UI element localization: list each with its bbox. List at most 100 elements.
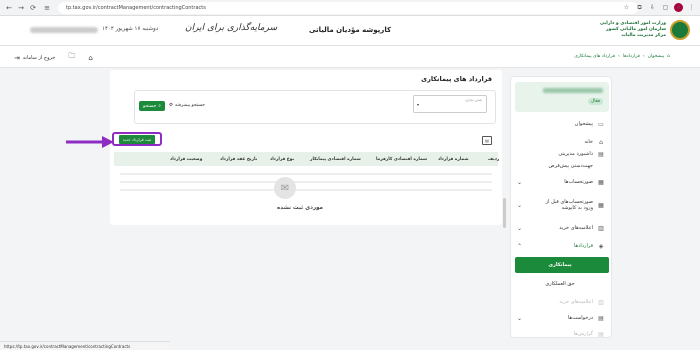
logout-icon[interactable]: ⇥ [14, 54, 20, 62]
breadcrumb: قرارداد های پیمانکاری ‹ قراردادها ‹ پیشخ… [574, 54, 670, 59]
user-card: فعال [515, 82, 609, 112]
blurred-user-info [30, 27, 98, 33]
business-role-select[interactable]: نقش تجاری ▾ [413, 95, 487, 113]
skeleton-row [120, 173, 492, 175]
sidebar-item-label: خانه [584, 139, 593, 145]
download-icon[interactable]: ⇩ [648, 3, 657, 12]
register-contract-button[interactable]: ثبت قرارداد جدید [118, 134, 156, 144]
sidebar-item-invoices[interactable]: ⌄ صورتحساب‌ها ▦ [515, 175, 609, 189]
breadcrumb-separator-icon: ‹ [642, 54, 645, 59]
home-icon: ⌂ [599, 138, 603, 146]
sidebar-item-defaults[interactable]: جهت‌دستی پیش‌فرض [515, 159, 609, 173]
sidebar-item-label: اعلامیه‌های خرید [559, 299, 593, 305]
invoice2-icon: ▦ [598, 201, 604, 209]
empty-inbox-icon: ✉ [274, 177, 296, 199]
select-label: نقش تجاری [464, 98, 482, 102]
chart-icon: ▤ [598, 150, 604, 158]
chevron-down-icon: ⌄ [517, 314, 523, 322]
url-text: tp.tax.gov.ir/contractManagement/contrac… [66, 5, 206, 11]
chevron-down-icon: ⌄ [517, 224, 523, 232]
sidebar-item-label: پیمانکاری [548, 262, 572, 268]
sidebar-item-contracts[interactable]: ⌃ قراردادها ◈ [515, 239, 609, 253]
pointer-arrow-icon [66, 136, 114, 148]
contract-icon: ◈ [598, 242, 604, 250]
sidebar-item-label: اعلامیه‌های خرید [559, 225, 593, 231]
column-header: شماره اقتصادی پیمانکار [310, 156, 361, 162]
search-icon: ⌕ [158, 104, 161, 109]
browser-toolbar: ← → ⟳ ≡ tp.tax.gov.ir/contractManagement… [0, 0, 700, 16]
search-button[interactable]: جستجو ⌕ [139, 101, 165, 111]
sidebar-item-commission[interactable]: حق العملکاری [515, 277, 609, 291]
column-header: نوع قرارداد [270, 156, 295, 162]
extensions-icon[interactable]: ⧉ [635, 3, 644, 12]
column-header: شماره اقتصادی کارفرما [376, 156, 428, 162]
advanced-search-label: جستجو پیشرفته [175, 103, 205, 108]
sidebar-item-label: قراردادها [574, 243, 593, 249]
current-date: دوشنبه ۱۷ شهریور ۱۴۰۴ [102, 26, 159, 32]
sidebar-item-requests[interactable]: ⌄ درخواست‌ها ▤ [515, 311, 609, 325]
contracts-panel: قرارداد های پیمانکاری نقش تجاری ▾ جستجو … [110, 70, 502, 225]
chevron-down-icon: ⌄ [517, 178, 523, 186]
sidebar-item-label: داشبورد مدیریتی [558, 151, 593, 157]
search-button-label: جستجو [143, 103, 157, 109]
column-header: ردیف [488, 156, 500, 162]
page-title: قرارداد های پیمانکاری [421, 75, 492, 83]
sidebar-item-purchase-notices-2[interactable]: اعلامیه‌های خرید ▥ [515, 295, 609, 309]
empty-state-text: موردی ثبت نشده [277, 205, 323, 211]
skeleton-row [120, 189, 492, 191]
slogan-calligraphy: سرمایه‌گذاری برای ایران [185, 23, 278, 33]
register-contract-highlight: ثبت قرارداد جدید [112, 132, 162, 146]
purchase-icon: ▥ [598, 224, 604, 232]
breadcrumb-contracts[interactable]: قراردادها [623, 54, 640, 59]
skeleton-row [120, 181, 492, 183]
site-header: وزارت امور اقتصادی و دارایی سازمان امور … [0, 16, 700, 46]
breadcrumb-separator-icon: ‹ [618, 54, 620, 59]
sidebar-item-label: درخواست‌ها [568, 315, 593, 321]
status-bar: https://tp.tax.gov.ir/contractManagement… [0, 341, 170, 350]
sidebar-item-contracting[interactable]: پیمانکاری [515, 257, 609, 273]
star-icon[interactable]: ☆ [622, 3, 631, 12]
column-header: تاریخ عقد قرارداد [220, 156, 258, 162]
table-header: ردیف شماره قرارداد شماره اقتصادی کارفرما… [114, 152, 500, 166]
advanced-search-toggle[interactable]: ⚙ جستجو پیشرفته [169, 103, 205, 108]
forward-icon[interactable]: → [16, 3, 26, 13]
sidebar-item-reports[interactable]: گزارش‌ها ▤ [515, 327, 609, 338]
settings-icon: ⚙ [169, 103, 174, 108]
sidebar-item-pre-invoices[interactable]: ⌄ صورتحساب‌های قبل از ورود به کاپوشه ▦ [515, 195, 609, 215]
excel-export-icon[interactable]: ▤ [482, 136, 492, 145]
dashboard-icon: ▭ [598, 120, 604, 128]
address-bar[interactable]: tp.tax.gov.ir/contractManagement/contrac… [58, 2, 638, 14]
logout-button[interactable]: خروج از سامانه [23, 55, 55, 61]
sidebar-item-label: صورتحساب‌های قبل از ورود به کاپوشه [545, 199, 593, 211]
sidebar-item-label: حق العملکاری [545, 281, 575, 287]
back-icon[interactable]: ← [4, 3, 14, 13]
status-badge: فعال [588, 98, 603, 105]
chevron-up-icon: ⌃ [517, 242, 523, 250]
caret-down-icon: ▾ [417, 102, 420, 107]
folder-icon[interactable]: 🗀 [68, 52, 75, 63]
breadcrumb-current: قرارداد های پیمانکاری [574, 54, 616, 59]
purchase-icon: ▥ [598, 298, 604, 306]
exit-controls: ⇥ خروج از سامانه 🗀 ⌂ [14, 52, 93, 63]
column-header: شماره قرارداد [438, 156, 469, 162]
column-header: وضعیت قرارداد [170, 156, 203, 162]
site-info-icon[interactable]: ≡ [42, 3, 52, 13]
sidebar-item-purchase-notices[interactable]: ⌄ اعلامیه‌های خرید ▥ [515, 221, 609, 235]
chevron-down-icon: ⌄ [517, 201, 523, 209]
sidebar-item-label: گزارش‌ها [573, 331, 593, 337]
report-icon: ▤ [598, 330, 604, 338]
profile-avatar[interactable]: A [674, 3, 683, 12]
home-outline-icon[interactable]: ⌂ [88, 54, 92, 62]
home-icon[interactable]: ⌂ [667, 54, 670, 59]
sidebar-item-label: جهت‌دستی پیش‌فرض [548, 163, 593, 169]
request-icon: ▤ [598, 314, 604, 322]
menu-icon[interactable]: ⋮ [687, 3, 696, 12]
sidebar: فعال پیشخوان ▭ خانه ⌂ داشبورد مدیریتی ▤ جهت… [510, 76, 612, 338]
reload-icon[interactable]: ⟳ [28, 3, 38, 13]
split-icon[interactable]: ▢ [661, 3, 670, 12]
sidebar-item-label: پیشخوان [574, 121, 593, 127]
breadcrumb-home[interactable]: پیشخوان [648, 54, 664, 59]
scrollbar[interactable] [503, 198, 506, 228]
invoice-icon: ▦ [598, 178, 604, 186]
sidebar-item-dashboard[interactable]: پیشخوان ▭ [515, 117, 609, 131]
